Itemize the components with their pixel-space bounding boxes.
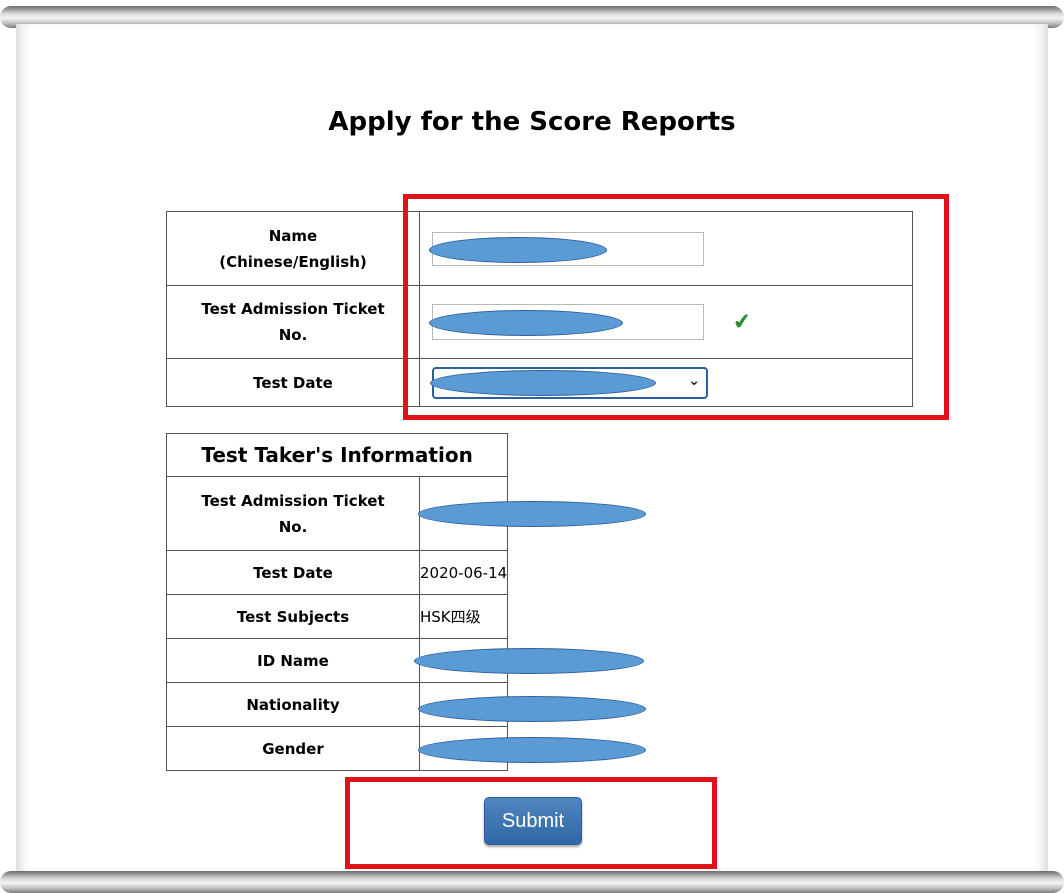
highlight-box-inputs <box>403 194 949 420</box>
info-gender-label: Gender <box>166 726 420 771</box>
info-ticket-label: Test Admission Ticket No. <box>166 476 420 551</box>
info-ticket-value <box>418 476 646 551</box>
ticket-label: Test Admission Ticket No. <box>166 285 420 359</box>
redacted-nationality <box>418 696 646 722</box>
info-table: Test Taker's Information Test Admission … <box>165 433 646 771</box>
info-idname-label: ID Name <box>166 638 420 683</box>
submit-button[interactable]: Submit <box>484 797 582 845</box>
name-label: Name (Chinese/English) <box>166 211 420 286</box>
info-subjects-value: HSK四级 <box>418 594 509 639</box>
page-title: Apply for the Score Reports <box>328 107 736 137</box>
info-gender-value <box>418 726 646 771</box>
info-subjects-label: Test Subjects <box>166 594 420 639</box>
redacted-id-name <box>414 648 644 674</box>
info-date-value: 2020-06-14 <box>418 550 509 595</box>
redacted-info-ticket <box>418 501 646 527</box>
info-nationality-value <box>418 682 646 727</box>
info-date-label: Test Date <box>166 550 420 595</box>
redacted-gender <box>418 737 646 763</box>
info-header: Test Taker's Information <box>165 433 509 477</box>
info-nationality-label: Nationality <box>166 682 420 727</box>
scroll-rod-bottom <box>0 871 1064 893</box>
test-date-label: Test Date <box>166 358 420 407</box>
info-idname-value <box>414 638 644 683</box>
